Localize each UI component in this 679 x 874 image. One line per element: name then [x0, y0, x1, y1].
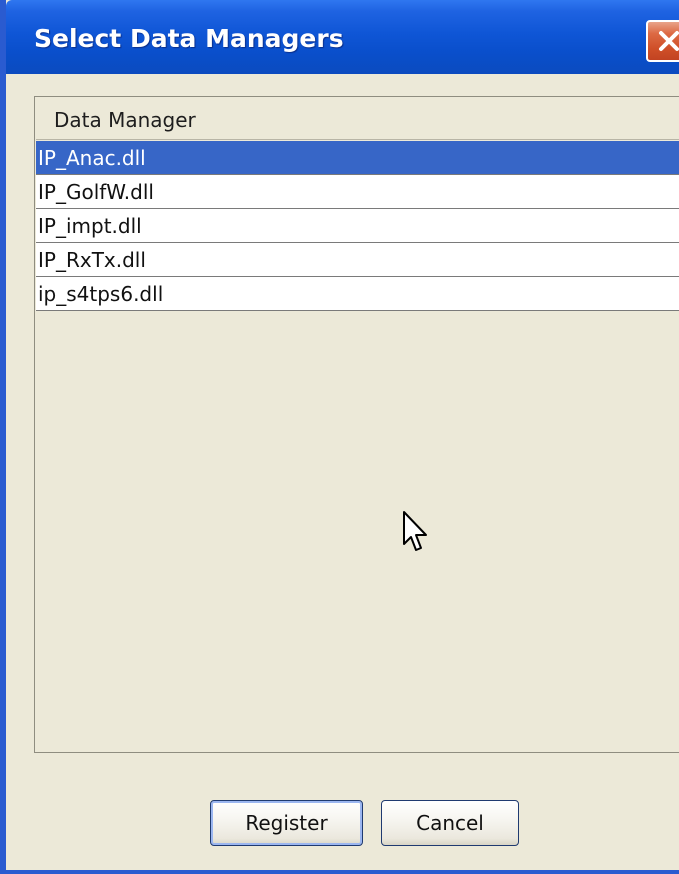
- close-button[interactable]: [646, 20, 679, 62]
- list-item-label: IP_GolfW.dll: [38, 180, 154, 204]
- mouse-pointer-icon: [402, 510, 428, 558]
- column-header-label: Data Manager: [54, 108, 196, 132]
- window-title: Select Data Managers: [34, 24, 344, 53]
- data-manager-list[interactable]: Data Manager IP_Anac.dll IP_GolfW.dll IP…: [34, 96, 679, 753]
- dialog-window: Select Data Managers Data Manager IP_Ana…: [0, 0, 679, 874]
- list-item-label: ip_s4tps6.dll: [38, 282, 164, 306]
- list-item[interactable]: IP_impt.dll: [36, 209, 679, 243]
- cancel-button[interactable]: Cancel: [381, 800, 519, 846]
- list-item-label: IP_RxTx.dll: [38, 248, 146, 272]
- list-rows: IP_Anac.dll IP_GolfW.dll IP_impt.dll IP_…: [36, 141, 679, 311]
- column-header[interactable]: Data Manager: [36, 98, 679, 140]
- list-item[interactable]: IP_Anac.dll: [36, 141, 679, 175]
- list-item[interactable]: IP_RxTx.dll: [36, 243, 679, 277]
- register-button[interactable]: Register: [210, 800, 363, 846]
- title-bar[interactable]: Select Data Managers: [6, 0, 679, 74]
- list-item-label: IP_Anac.dll: [38, 146, 146, 170]
- list-item[interactable]: ip_s4tps6.dll: [36, 277, 679, 311]
- list-item[interactable]: IP_GolfW.dll: [36, 175, 679, 209]
- list-item-label: IP_impt.dll: [38, 214, 142, 238]
